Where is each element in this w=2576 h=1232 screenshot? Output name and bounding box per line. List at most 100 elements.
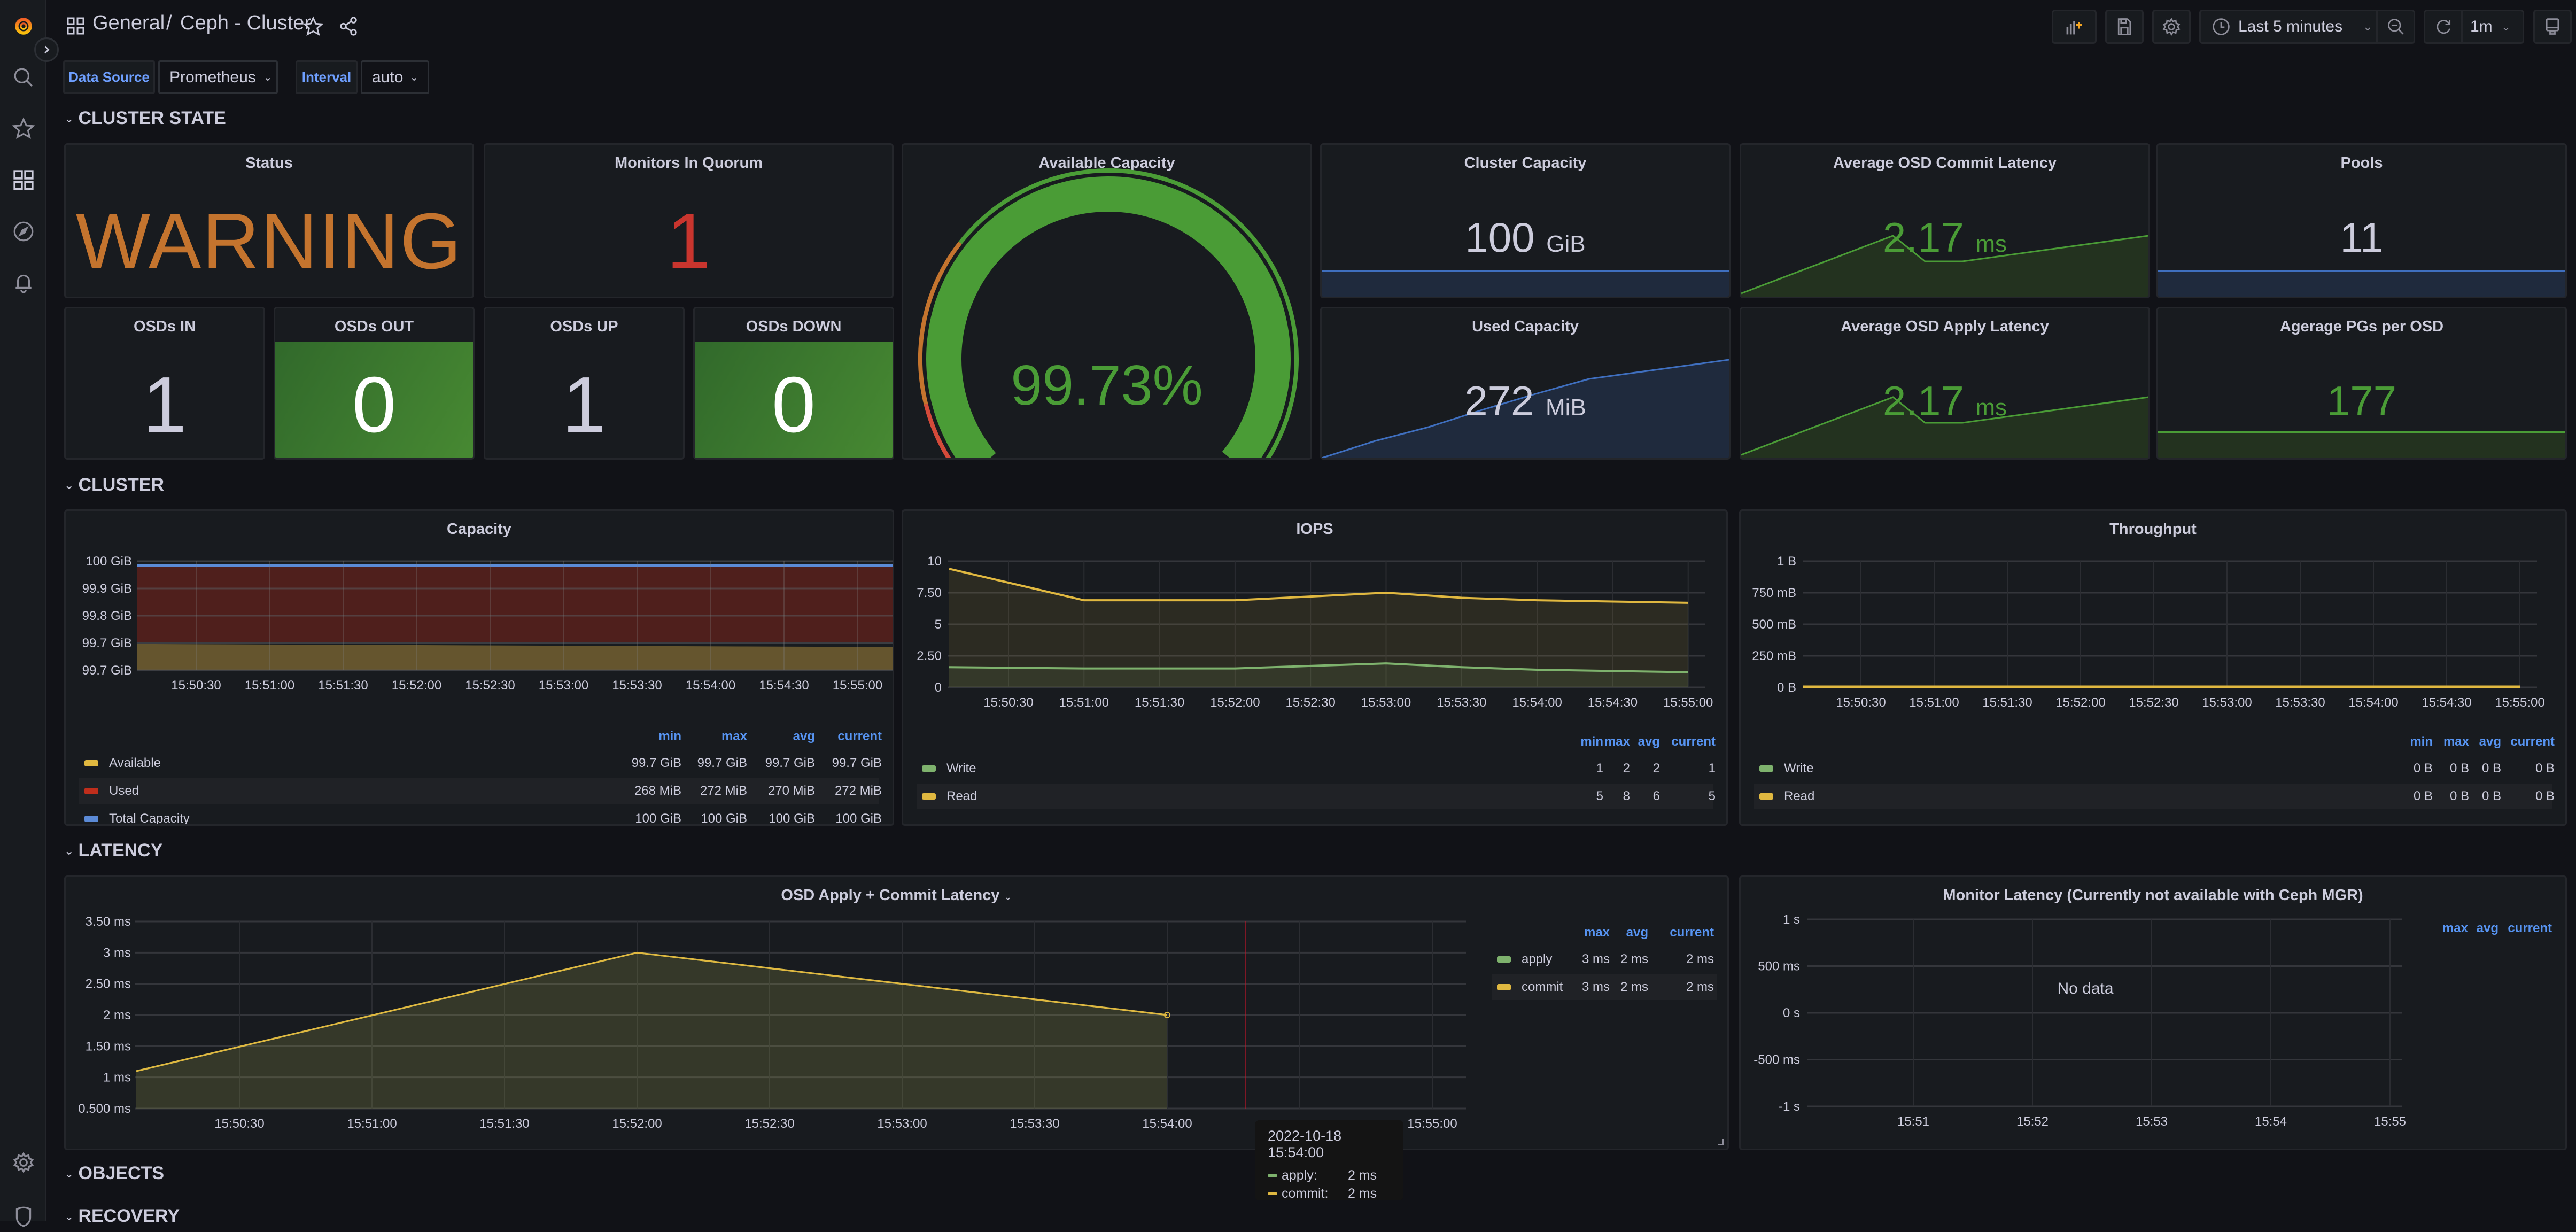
legend-value-min: 5 (1596, 789, 1603, 803)
interval-variable-select[interactable]: auto ⌄ (361, 60, 429, 94)
y-tick-label: 500 ms (1758, 959, 1800, 974)
panel-avg-osd-apply-latency[interactable]: Average OSD Apply Latency 2.17 ms (1740, 307, 2150, 460)
legend-column-min[interactable]: min (1580, 734, 1603, 749)
legend-column-max[interactable]: max (1604, 734, 1630, 749)
dashboards-icon[interactable] (7, 164, 40, 196)
series-name: Available (109, 756, 161, 770)
panel-osds-up[interactable]: OSDs UP 1 (484, 307, 685, 460)
legend-column-max[interactable]: max (2442, 921, 2468, 936)
legend-column-current[interactable]: current (1670, 925, 1714, 940)
tooltip-row: apply: 2 ms (1268, 1166, 1391, 1184)
legend-series-commit[interactable]: commit 3 ms 2 ms 2 ms (1492, 974, 1717, 1000)
refresh-picker[interactable]: 1m ⌄ (2424, 10, 2524, 44)
legend-column-current[interactable]: current (2510, 734, 2555, 749)
resize-handle-icon[interactable] (1717, 1138, 1724, 1145)
panel-monitor-latency-graph[interactable]: Monitor Latency (Currently not available… (1739, 875, 2567, 1150)
legend-series-read[interactable]: Read 5 8 6 5 (917, 784, 1716, 809)
panel-used-capacity[interactable]: Used Capacity 272 MiB (1320, 307, 1731, 460)
legend-column-min[interactable]: min (2410, 734, 2433, 749)
star-favorite-icon[interactable] (303, 16, 323, 36)
explore-compass-icon[interactable] (7, 215, 40, 247)
legend-series-apply[interactable]: apply 3 ms 2 ms 2 ms (1492, 947, 1717, 972)
legend-column-current[interactable]: current (2508, 921, 2552, 936)
legend-column-avg[interactable]: avg (2479, 734, 2501, 749)
configuration-gear-icon[interactable] (7, 1146, 40, 1179)
panel-capacity-graph[interactable]: Capacity 100 GiB 99.9 GiB 99.8 GiB 99.7 GiB… (64, 509, 894, 826)
panel-cluster-capacity[interactable]: Cluster Capacity 100 GiB (1320, 143, 1731, 298)
legend-column-min[interactable]: min (658, 729, 681, 744)
x-tick-label: 15:50:30 (214, 1117, 264, 1131)
grafana-logo-icon[interactable] (7, 10, 40, 42)
breadcrumb-folder[interactable]: General (92, 12, 165, 35)
panel-osds-down[interactable]: OSDs DOWN 0 (693, 307, 894, 460)
row-latency[interactable]: ⌄ LATENCY (64, 840, 162, 861)
legend-column-max[interactable]: max (721, 729, 747, 744)
datasource-variable-select[interactable]: Prometheus ⌄ (158, 60, 278, 94)
x-tick-label: 15:50:30 (983, 695, 1033, 710)
chevron-right-icon (44, 45, 50, 54)
panel-pools[interactable]: Pools 11 (2156, 143, 2567, 298)
chevron-down-icon: ⌄ (2363, 20, 2373, 33)
legend-column-max[interactable]: max (2443, 734, 2469, 749)
legend-column-max[interactable]: max (1584, 925, 1610, 940)
panel-title: Cluster Capacity (1464, 154, 1587, 172)
row-cluster[interactable]: ⌄ CLUSTER (64, 475, 164, 495)
legend-series-total-capacity[interactable]: Total Capacity 100 GiB 100 GiB 100 GiB 100 G… (79, 806, 882, 824)
zoom-out-time-button[interactable] (2376, 11, 2414, 42)
x-tick-label: 15:52:00 (392, 678, 441, 693)
alerting-bell-icon[interactable] (7, 266, 40, 298)
dashboard-settings-button[interactable] (2152, 10, 2191, 44)
x-tick-label: 15:53:30 (1437, 695, 1486, 710)
panel-osds-in[interactable]: OSDs IN 1 (64, 307, 265, 460)
panel-available-capacity[interactable]: Available Capacity 99.73% (902, 143, 1312, 460)
tooltip-series-value: 2 ms (1348, 1185, 1377, 1201)
add-panel-button[interactable] (2052, 10, 2097, 44)
expand-sidebar-button[interactable] (34, 37, 59, 62)
series-name: Total Capacity (109, 811, 190, 824)
refresh-button[interactable] (2425, 11, 2463, 42)
legend-column-avg[interactable]: avg (2477, 921, 2499, 936)
panel-iops-graph[interactable]: IOPS 10 7.50 5 2.50 0 15:50:30 15:51:00 15:51:3… (902, 509, 1728, 826)
tv-mode-button[interactable] (2533, 10, 2572, 44)
legend-value-max: 0 B (2449, 761, 2469, 776)
row-recovery[interactable]: ⌄ RECOVERY (64, 1206, 180, 1227)
time-range-picker[interactable]: Last 5 minutes ⌄ (2199, 10, 2415, 44)
row-objects[interactable]: ⌄ OBJECTS (64, 1163, 164, 1184)
admin-shield-icon[interactable] (7, 1200, 40, 1232)
legend-series-read[interactable]: Read 0 B 0 B 0 B 0 B (1754, 784, 2555, 809)
x-tick-label: 15:51:00 (1059, 695, 1109, 710)
save-dashboard-button[interactable] (2105, 10, 2144, 44)
legend-column-avg[interactable]: avg (1638, 734, 1660, 749)
dashboard-title[interactable]: Ceph - Cluster (180, 12, 311, 35)
legend-value-avg: 0 B (2481, 789, 2501, 803)
legend-series-available[interactable]: Available 99.7 GiB 99.7 GiB 99.7 GiB 99.7 Gi… (79, 750, 882, 776)
legend-value-current: 2 ms (1686, 952, 1714, 966)
chevron-down-icon: ⌄ (263, 72, 273, 83)
panel-monitors-in-quorum[interactable]: Monitors In Quorum 1 (484, 143, 894, 298)
dashboard-grid-icon (67, 17, 84, 35)
panel-osds-out[interactable]: OSDs OUT 0 (274, 307, 475, 460)
starred-icon[interactable] (7, 112, 40, 144)
legend-series-write[interactable]: Write 1 2 2 1 (917, 756, 1716, 781)
legend-column-current[interactable]: current (1671, 734, 1716, 749)
panel-status[interactable]: Status WARNING (64, 143, 474, 298)
series-name: apply (1522, 952, 1553, 966)
x-tick-label: 15:53:00 (539, 678, 588, 693)
panel-osd-latency-graph[interactable]: OSD Apply + Commit Latency ⌄ 3.50 ms 3 ms… (64, 875, 1729, 1150)
panel-throughput-graph[interactable]: Throughput 1 B 750 mB 500 mB 250 mB 0 B 15:50… (1739, 509, 2567, 826)
x-tick-label: 15:54:00 (1142, 1117, 1192, 1131)
row-cluster-state[interactable]: ⌄ CLUSTER STATE (64, 108, 226, 129)
search-icon[interactable] (7, 61, 40, 94)
panel-avg-osd-commit-latency[interactable]: Average OSD Commit Latency 2.17 ms (1740, 143, 2150, 298)
panel-title: OSDs IN (133, 318, 196, 335)
legend-column-avg[interactable]: avg (793, 729, 815, 744)
legend-series-write[interactable]: Write 0 B 0 B 0 B 0 B (1754, 756, 2555, 781)
legend-column-avg[interactable]: avg (1626, 925, 1648, 940)
legend-value-avg: 270 MiB (767, 784, 815, 798)
x-tick-label: 15:53:00 (2202, 695, 2252, 710)
panel-avg-pgs-per-osd[interactable]: Agerage PGs per OSD 177 (2156, 307, 2567, 460)
legend-series-used[interactable]: Used 268 MiB 272 MiB 270 MiB 272 MiB (79, 778, 882, 804)
commit-latency-value: 2.17 (1882, 214, 1964, 261)
share-icon[interactable] (338, 16, 359, 36)
legend-column-current[interactable]: current (837, 729, 882, 744)
